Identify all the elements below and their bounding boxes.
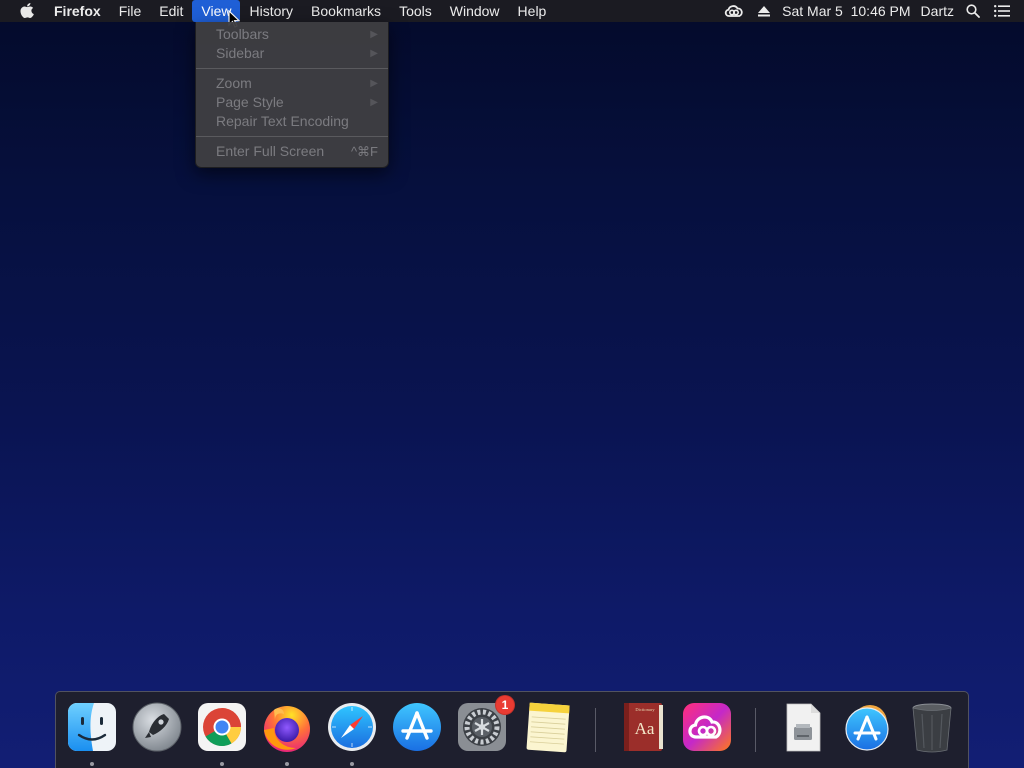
menu-item-page-style[interactable]: Page Style ▶ <box>196 93 388 112</box>
menu-file[interactable]: File <box>110 0 151 22</box>
notification-center-icon[interactable] <box>987 0 1024 22</box>
dock-item-trash[interactable] <box>905 700 959 754</box>
chrome-icon <box>198 703 246 751</box>
menu-edit[interactable]: Edit <box>150 0 192 22</box>
menu-item-label: Page Style <box>216 94 284 110</box>
menu-help[interactable]: Help <box>509 0 556 22</box>
menu-item-enter-full-screen[interactable]: Enter Full Screen ^⌘F <box>196 142 388 161</box>
app-menu-firefox[interactable]: Firefox <box>54 0 110 22</box>
menu-bar: Firefox File Edit View History Bookmarks… <box>0 0 1024 22</box>
menu-tools[interactable]: Tools <box>390 0 441 22</box>
submenu-arrow-icon: ▶ <box>370 48 378 59</box>
menu-item-sidebar[interactable]: Sidebar ▶ <box>196 44 388 63</box>
menu-window[interactable]: Window <box>441 0 509 22</box>
launchpad-icon <box>132 702 182 752</box>
menu-bookmarks[interactable]: Bookmarks <box>302 0 390 22</box>
submenu-arrow-icon: ▶ <box>370 29 378 40</box>
dictionary-label: Aa <box>635 719 655 738</box>
dock-item-applications[interactable] <box>840 700 894 754</box>
dock-item-app-store[interactable] <box>390 700 444 754</box>
notes-icon <box>526 702 570 753</box>
creative-cloud-icon[interactable] <box>717 0 751 22</box>
app-store-icon <box>393 703 441 751</box>
dock: 1 Dictionary Aa <box>55 691 969 768</box>
dock-item-creative-cloud[interactable] <box>680 700 734 754</box>
applications-stack-icon <box>845 705 889 751</box>
finder-icon <box>68 703 116 751</box>
dock-item-launchpad[interactable] <box>130 700 184 754</box>
dock-item-system-preferences[interactable]: 1 <box>455 695 515 754</box>
downloads-stack-icon <box>786 703 821 752</box>
safari-icon <box>328 703 376 751</box>
running-indicator <box>220 762 224 766</box>
dock-divider <box>595 708 596 752</box>
dock-item-chrome[interactable] <box>195 700 249 754</box>
dock-item-firefox[interactable] <box>260 700 314 754</box>
dictionary-title: Dictionary <box>635 707 655 712</box>
menu-item-zoom[interactable]: Zoom ▶ <box>196 74 388 93</box>
keyboard-shortcut: ^⌘F <box>350 144 378 159</box>
view-menu-dropdown: Toolbars ▶ Sidebar ▶ Zoom ▶ Page Style ▶… <box>195 22 389 168</box>
running-indicator <box>285 762 289 766</box>
menu-item-label: Zoom <box>216 75 252 91</box>
submenu-arrow-icon: ▶ <box>370 97 378 108</box>
menu-item-repair-text-encoding[interactable]: Repair Text Encoding <box>196 112 388 131</box>
dock-divider <box>755 708 756 752</box>
creative-cloud-app-icon <box>683 703 731 751</box>
submenu-arrow-icon: ▶ <box>370 78 378 89</box>
clock-datetime[interactable]: Sat Mar 5 10:46 PM <box>777 0 915 22</box>
dock-item-notes[interactable] <box>520 700 574 754</box>
notification-badge: 1 <box>495 695 515 715</box>
dictionary-icon: Dictionary Aa <box>624 703 663 751</box>
dock-item-finder[interactable] <box>65 700 119 754</box>
spotlight-search-icon[interactable] <box>959 0 987 22</box>
dock-item-dictionary[interactable]: Dictionary Aa <box>615 700 669 754</box>
menu-separator <box>196 68 388 69</box>
eject-icon[interactable] <box>751 0 777 22</box>
running-indicator <box>90 762 94 766</box>
menu-item-label: Toolbars <box>216 26 269 42</box>
dock-item-safari[interactable] <box>325 700 379 754</box>
menu-item-toolbars[interactable]: Toolbars ▶ <box>196 25 388 44</box>
user-name[interactable]: Dartz <box>916 0 959 22</box>
trash-icon <box>912 703 952 753</box>
menu-item-label: Repair Text Encoding <box>216 113 349 129</box>
menu-item-label: Sidebar <box>216 45 265 61</box>
dock-item-downloads[interactable] <box>775 700 829 754</box>
status-menus: Sat Mar 5 10:46 PM Dartz <box>717 0 1024 22</box>
running-indicator <box>350 762 354 766</box>
menu-item-label: Enter Full Screen <box>216 143 325 159</box>
menu-separator <box>196 136 388 137</box>
apple-menu-icon[interactable] <box>0 0 54 22</box>
firefox-icon <box>264 706 310 752</box>
menu-history[interactable]: History <box>240 0 302 22</box>
